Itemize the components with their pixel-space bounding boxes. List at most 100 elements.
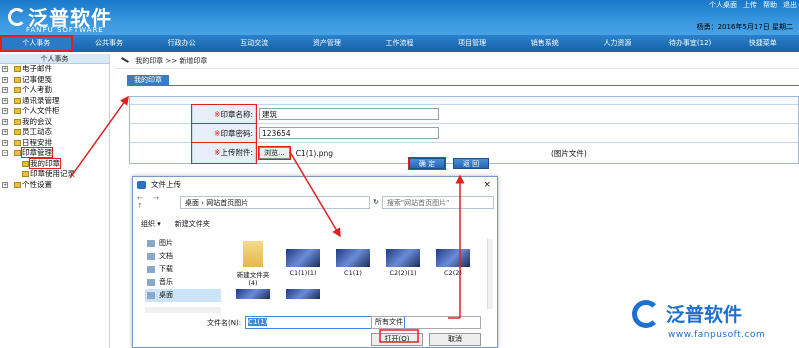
- confirm-button[interactable]: 确 定: [408, 157, 446, 170]
- folder-icon: [14, 150, 21, 156]
- new-folder-button[interactable]: 新建文件夹: [175, 219, 210, 231]
- nav-arrows-icon[interactable]: ← → ↑: [137, 194, 177, 210]
- close-icon[interactable]: ×: [483, 177, 491, 193]
- expand-icon[interactable]: +: [2, 87, 8, 93]
- nav-downloads[interactable]: 下载: [145, 263, 221, 276]
- cancel-button[interactable]: 取消: [429, 333, 481, 346]
- nav-pictures[interactable]: 图片: [145, 237, 221, 250]
- file-name: C1(1).png: [295, 148, 333, 158]
- desktop-icon: [147, 292, 155, 299]
- expand-icon[interactable]: +: [2, 181, 8, 188]
- form-spacer: [130, 97, 798, 105]
- sidebar-item-contacts[interactable]: + 通讯录管理: [0, 96, 109, 107]
- nav-todo[interactable]: 待办事宜(12): [654, 35, 727, 52]
- open-button[interactable]: 打开(O): [371, 333, 423, 346]
- nav-project[interactable]: 项目管理: [436, 35, 509, 52]
- nav-music[interactable]: 音乐: [145, 276, 221, 289]
- watermark-url: www.fanpusoft.com: [668, 330, 766, 340]
- file-item[interactable]: C2(2)(1): [383, 249, 423, 277]
- form-actions: 确 定 返 回: [408, 157, 489, 170]
- sidebar-title: 个人事务: [0, 54, 109, 64]
- breadcrumb-sep: >>: [165, 57, 178, 65]
- back-button[interactable]: 返 回: [453, 158, 489, 169]
- nav-desktop[interactable]: 桌面: [145, 289, 221, 302]
- nav-assets[interactable]: 资产管理: [291, 35, 364, 52]
- user-bar: 杨勇：2016年5月17日 星期二: [0, 16, 799, 35]
- image-thumbnail: [336, 249, 370, 267]
- tab-my-seal[interactable]: 我的印章: [127, 75, 169, 86]
- folder-icon: [14, 118, 21, 125]
- file-scrollbar[interactable]: [487, 239, 493, 309]
- breadcrumb-current: 新增印章: [179, 57, 208, 65]
- sidebar-item-email[interactable]: + 电子邮件: [0, 64, 109, 75]
- folder-icon: [14, 108, 21, 114]
- nav-public[interactable]: 公共事务: [73, 35, 146, 52]
- file-item[interactable]: [233, 289, 273, 301]
- breadcrumb-root[interactable]: 我的印章: [135, 57, 163, 65]
- folder-icon: [14, 76, 21, 83]
- sidebar-item-my-seal[interactable]: 我的印章: [0, 157, 109, 170]
- collapse-icon[interactable]: −: [2, 150, 8, 156]
- logo-mark-icon: [632, 300, 660, 328]
- folder-icon: [14, 97, 21, 104]
- file-item[interactable]: [283, 289, 323, 301]
- folder-icon: [14, 129, 21, 135]
- sidebar-item-attendance[interactable]: + 个人考勤: [0, 85, 109, 96]
- nav-interact[interactable]: 互动交流: [218, 35, 291, 52]
- top-link-desktop[interactable]: 个人桌面: [709, 0, 737, 10]
- expand-icon[interactable]: +: [2, 97, 8, 104]
- file-item[interactable]: C2(2): [433, 249, 473, 277]
- sidebar-item-seal-mgmt[interactable]: − 印章管理: [0, 147, 109, 159]
- top-link-upload[interactable]: 上传: [743, 0, 757, 10]
- organize-button[interactable]: 组织 ▾: [141, 219, 161, 231]
- watermark-logo: 泛普软件 www.fanpusoft.com: [628, 296, 798, 348]
- seal-password-input[interactable]: 123654: [259, 127, 439, 139]
- password-label: ※印章密码:: [191, 123, 257, 143]
- sidebar-item-notes[interactable]: + 记事便笺: [0, 75, 109, 86]
- sidebar-item-seal-log[interactable]: 印章使用记录: [0, 169, 109, 180]
- top-link-logout[interactable]: 退出: [783, 0, 797, 10]
- seal-name-input[interactable]: 建筑: [259, 108, 439, 120]
- folder-icon: [14, 66, 21, 72]
- file-item-folder[interactable]: 新建文件夹 (4): [233, 241, 273, 287]
- filetype-select[interactable]: 所有文件: [371, 316, 481, 329]
- download-icon: [147, 266, 155, 273]
- nav-admin[interactable]: 行政办公: [145, 35, 218, 52]
- search-input[interactable]: 搜索"网站首页图片": [381, 195, 494, 209]
- file-item[interactable]: C1(1): [333, 249, 373, 277]
- user-info: 杨勇：2016年5月17日 星期二: [696, 23, 793, 31]
- expand-icon[interactable]: +: [2, 108, 8, 114]
- file-item[interactable]: C1(1)(1): [283, 249, 323, 277]
- nav-personal[interactable]: 个人事务: [0, 35, 73, 52]
- folder-icon: [14, 87, 21, 93]
- form-row-name: ※印章名称: 建筑: [130, 104, 798, 124]
- nav-documents[interactable]: 文档: [145, 250, 221, 263]
- image-thumbnail: [286, 249, 320, 267]
- expand-icon[interactable]: +: [2, 118, 8, 125]
- sidebar-item-staff[interactable]: + 员工动态: [0, 127, 109, 138]
- expand-icon[interactable]: +: [2, 66, 8, 72]
- image-thumbnail: [236, 289, 270, 299]
- sidebar-item-files[interactable]: + 个人文件柜: [0, 106, 109, 117]
- nav-workflow[interactable]: 工作流程: [363, 35, 436, 52]
- top-link-help[interactable]: 帮助: [763, 0, 777, 10]
- sidebar-item-settings[interactable]: + 个性设置: [0, 180, 109, 191]
- nav-hr[interactable]: 人力资源: [581, 35, 654, 52]
- attach-label: ※上传附件:: [191, 142, 257, 164]
- file-grid: 新建文件夹 (4) C1(1)(1) C1(1) C2(2)(1) C2(2): [229, 241, 489, 307]
- nav-shortcuts[interactable]: 快捷菜单: [726, 35, 799, 52]
- path-box[interactable]: 桌面 › 网站首页图片: [180, 195, 370, 209]
- nav-sales[interactable]: 销售系统: [508, 35, 581, 52]
- expand-icon[interactable]: +: [2, 76, 8, 83]
- image-thumbnail: [436, 249, 470, 267]
- refresh-icon[interactable]: ↻: [373, 198, 379, 206]
- sidebar-item-meetings[interactable]: + 我的会议: [0, 117, 109, 128]
- browse-button[interactable]: 浏览...: [258, 146, 291, 160]
- nav-pane: 图片 文档 下载 音乐 桌面: [145, 237, 221, 307]
- expand-icon[interactable]: +: [2, 139, 8, 146]
- sidebar-item-schedule[interactable]: + 日程安排: [0, 138, 109, 149]
- nav-scrollbar[interactable]: [145, 307, 221, 313]
- browser-icon: [137, 181, 146, 189]
- expand-icon[interactable]: +: [2, 129, 8, 135]
- page-icon: [22, 171, 29, 177]
